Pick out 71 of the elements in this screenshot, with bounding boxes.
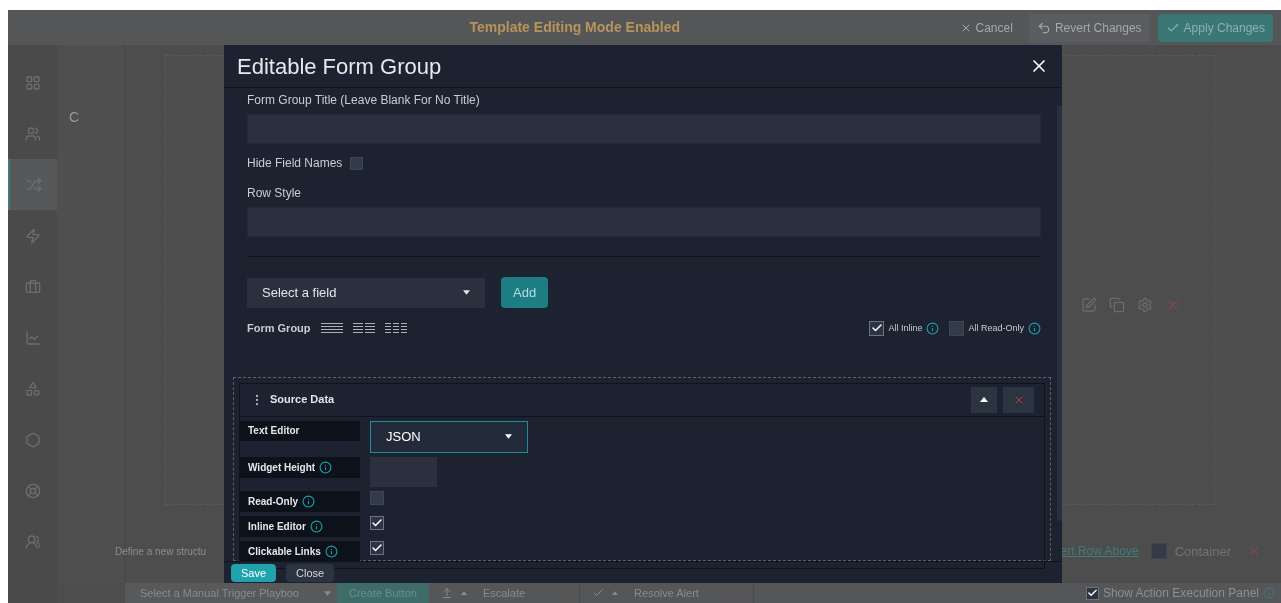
lightning-icon	[24, 227, 41, 244]
toggle-label: All Read-Only	[968, 321, 1024, 335]
field-label: Hide Field Names	[247, 155, 343, 172]
toggle-checkbox[interactable]	[949, 320, 965, 336]
caret-icon	[324, 590, 331, 596]
execution-panel-label: Show Action Execution Panel	[1102, 585, 1259, 602]
info-icon[interactable]	[324, 544, 338, 558]
edit-icon[interactable]	[1081, 297, 1097, 313]
revert-button[interactable]: Revert Changes	[1028, 13, 1150, 42]
caret-icon	[612, 591, 619, 595]
row-label: Read-Only	[240, 490, 360, 512]
briefcase-icon	[24, 278, 41, 295]
apply-button[interactable]: Apply Changes	[1157, 13, 1273, 42]
modal-title: Editable Form Group	[237, 52, 442, 81]
text-editor-select[interactable]: JSON	[370, 420, 528, 453]
check-icon	[592, 587, 605, 599]
check-icon	[1086, 587, 1098, 599]
remove-icon[interactable]	[730, 588, 741, 598]
panel-title: Source Data	[270, 392, 335, 408]
caret-icon	[505, 434, 512, 439]
sidebar-item[interactable]	[8, 159, 57, 210]
option-checkbox[interactable]	[370, 540, 384, 555]
mode-title: Template Editing Mode Enabled	[469, 18, 681, 37]
info-icon[interactable]	[302, 494, 315, 508]
tab-label: C	[69, 109, 80, 125]
chart-icon	[24, 329, 41, 346]
option-checkbox[interactable]	[370, 490, 384, 505]
row-label: Clickable Links	[240, 540, 360, 562]
check-icon	[371, 541, 383, 554]
field-select[interactable]: Select a field	[247, 277, 485, 308]
shapes-icon	[24, 380, 41, 397]
group-icon	[24, 125, 41, 142]
form-group-label: Form Group	[247, 321, 311, 336]
info-icon[interactable]	[926, 321, 940, 335]
one-column-layout-icon[interactable]	[320, 322, 343, 335]
three-column-layout-icon[interactable]	[384, 322, 407, 335]
caret-icon	[460, 591, 467, 595]
field-label: Form Group Title (Leave Blank For No Title)	[247, 92, 481, 109]
users-icon	[24, 533, 41, 550]
row-label: Text Editor	[240, 420, 360, 441]
hide-field-names-checkbox[interactable]	[350, 156, 364, 170]
cancel-button[interactable]: Cancel	[951, 18, 1021, 37]
two-column-layout-icon[interactable]	[352, 322, 375, 335]
check-icon	[371, 516, 383, 529]
hexagon-icon	[24, 431, 41, 448]
toggle-checkbox[interactable]	[869, 320, 885, 336]
container-checkbox[interactable]	[1150, 543, 1167, 560]
option-checkbox[interactable]	[370, 515, 384, 530]
toggle-label: All Inline	[888, 321, 923, 335]
save-button[interactable]: Save	[231, 564, 277, 582]
row-label: Widget Height	[240, 456, 360, 478]
remove-icon[interactable]	[557, 588, 568, 598]
lifebuoy-icon	[24, 482, 41, 499]
grid-icon	[24, 74, 41, 91]
field-label: Row Style	[247, 185, 303, 202]
copy-icon[interactable]	[1109, 297, 1125, 313]
row-label: Inline Editor	[240, 515, 360, 537]
collapse-button[interactable]	[971, 386, 997, 413]
upload-icon	[440, 587, 453, 599]
info-icon[interactable]	[1028, 321, 1041, 335]
info-icon[interactable]	[319, 460, 333, 474]
hint-text: Define a new structu	[115, 544, 207, 559]
add-button[interactable]: Add	[501, 277, 549, 308]
info-icon[interactable]	[309, 519, 323, 533]
delete-button[interactable]	[1003, 386, 1034, 413]
undo-icon	[1036, 20, 1051, 35]
caret-icon	[980, 397, 988, 402]
close-button[interactable]: Close	[286, 564, 335, 582]
caret-icon	[463, 290, 470, 295]
settings-icon[interactable]	[1137, 297, 1153, 313]
execution-panel-checkbox[interactable]	[1085, 586, 1099, 600]
